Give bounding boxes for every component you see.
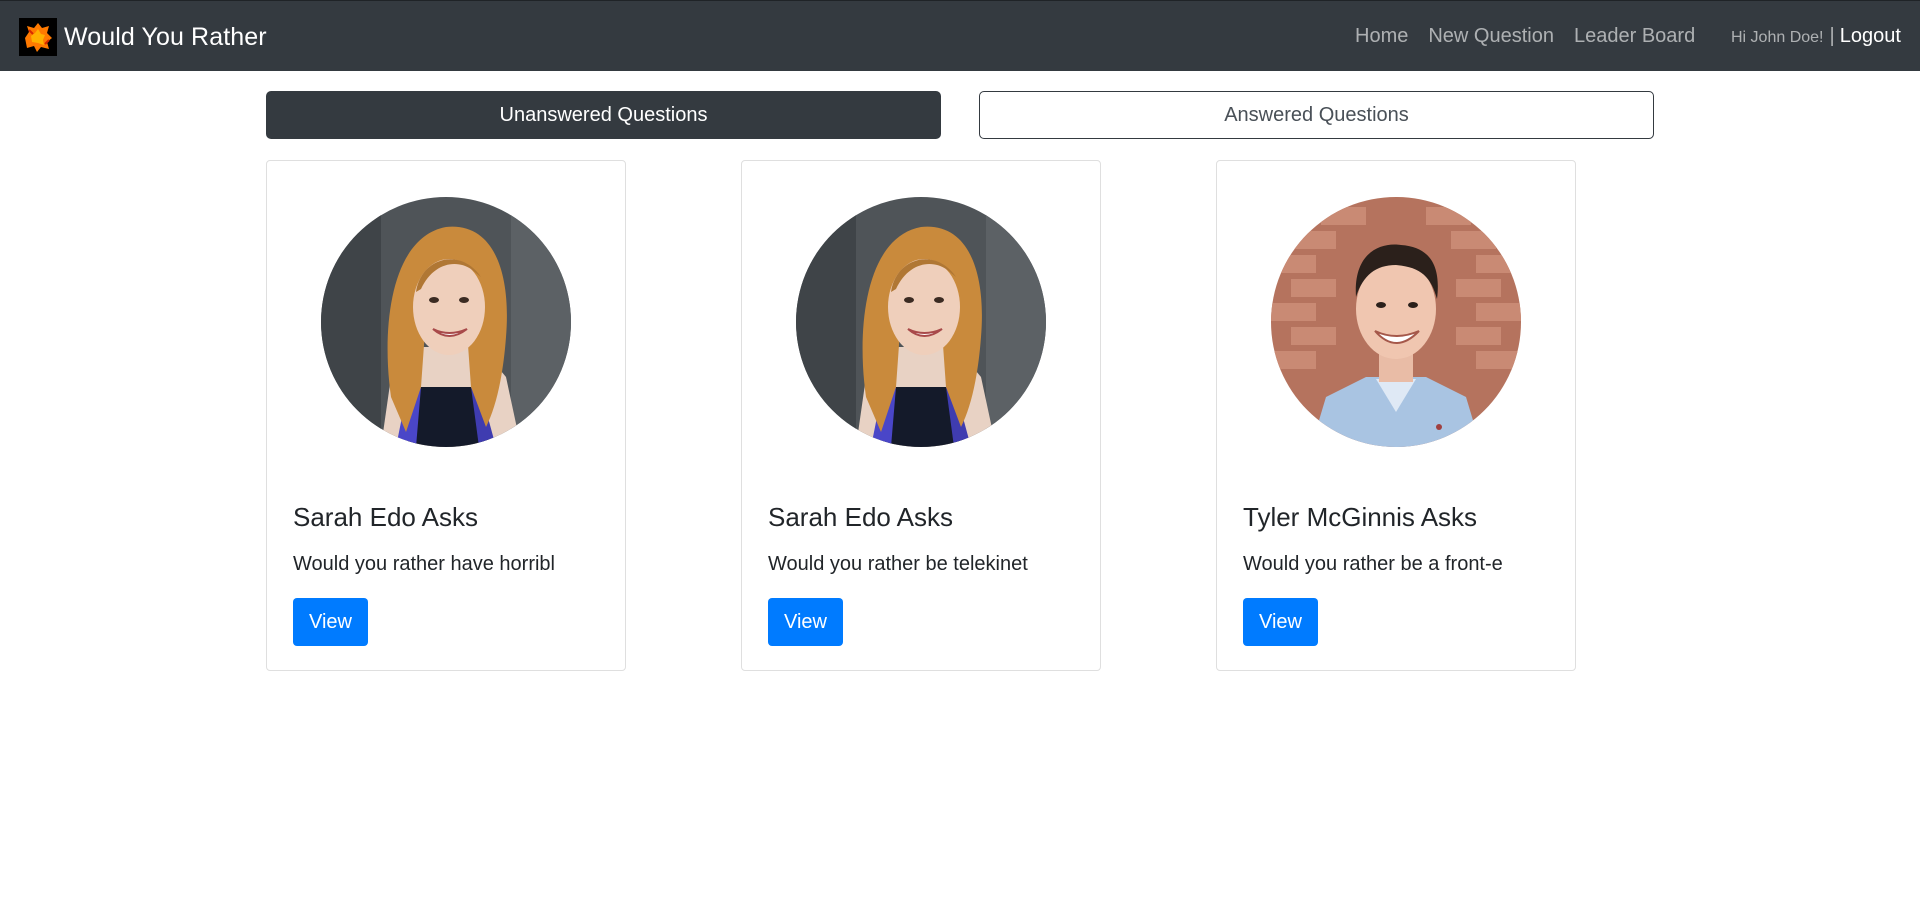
nav-leader-board-link[interactable]: Leader Board [1574, 25, 1695, 48]
question-card: Sarah Edo Asks Would you rather have hor… [266, 160, 626, 671]
nav-new-question-link[interactable]: New Question [1428, 25, 1554, 48]
tab-answered-questions[interactable]: Answered Questions [979, 91, 1654, 139]
avatar [321, 197, 571, 447]
tab-unanswered-questions[interactable]: Unanswered Questions [266, 91, 941, 139]
user-area: Hi John Doe! | Logout [1731, 25, 1901, 48]
woman-portrait-icon [796, 197, 1046, 447]
brand-title: Would You Rather [64, 22, 267, 51]
nav-separator: | [1829, 25, 1835, 47]
question-card: Sarah Edo Asks Would you rather be telek… [741, 160, 1101, 671]
question-preview: Would you rather be telekinet [768, 553, 1028, 575]
man-portrait-icon [1271, 197, 1521, 447]
logout-link[interactable]: Logout [1840, 25, 1901, 48]
avatar [1271, 197, 1521, 447]
question-preview: Would you rather have horribl [293, 553, 555, 575]
nav-links: Home New Question Leader Board [1355, 25, 1715, 48]
brand-logo-icon [19, 18, 57, 56]
nav-home-link[interactable]: Home [1355, 25, 1408, 48]
woman-portrait-icon [321, 197, 571, 447]
view-question-button[interactable]: View [768, 598, 843, 646]
question-author: Tyler McGinnis Asks [1243, 502, 1478, 532]
question-card: Tyler McGinnis Asks Would you rather be … [1216, 160, 1576, 671]
navbar: Would You Rather Home New Question Leade… [0, 0, 1920, 71]
avatar [796, 197, 1046, 447]
question-author: Sarah Edo Asks [768, 502, 953, 532]
view-question-button[interactable]: View [1243, 598, 1318, 646]
user-greeting: Hi John Doe! [1731, 29, 1824, 46]
question-author: Sarah Edo Asks [293, 502, 478, 532]
question-preview: Would you rather be a front-e [1243, 553, 1503, 575]
view-question-button[interactable]: View [293, 598, 368, 646]
brand-link[interactable]: Would You Rather [19, 17, 267, 57]
